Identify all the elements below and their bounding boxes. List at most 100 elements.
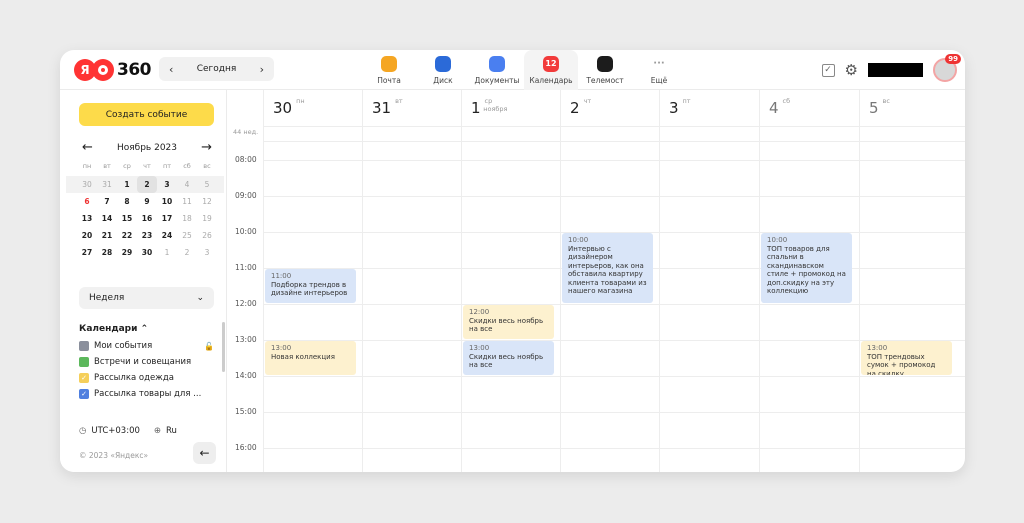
day-number: 5 xyxy=(869,99,879,117)
day-weekday: вс xyxy=(882,97,890,105)
mini-calendar-day[interactable]: 23 xyxy=(137,227,157,244)
hour-label: 13:00 xyxy=(235,335,257,344)
day-header[interactable]: 3 пт xyxy=(659,90,691,126)
create-event-button[interactable]: Создать событие xyxy=(79,103,214,126)
mail-icon xyxy=(381,55,397,72)
calendar-event[interactable]: 10:00 ТОП товаров для спальни в скандинав… xyxy=(761,233,852,303)
day-weekday: сб xyxy=(782,97,791,105)
language-selector[interactable]: ⊕ Ru xyxy=(154,426,177,436)
app-mail[interactable]: Почта xyxy=(362,50,416,90)
event-title: Подборка трендов в дизайне интерьеров xyxy=(271,280,348,298)
mini-calendar-day[interactable]: 26 xyxy=(197,227,217,244)
mini-calendar-day[interactable]: 28 xyxy=(97,244,117,261)
mini-calendar-month: Ноябрь 2023 xyxy=(116,142,178,153)
mini-calendar-day[interactable]: 16 xyxy=(137,210,157,227)
sidebar-scrollbar[interactable] xyxy=(222,322,225,372)
event-title: Скидки весь ноябрь на все xyxy=(469,352,544,370)
mini-calendar-day[interactable]: 6 xyxy=(77,193,97,210)
day-column-divider xyxy=(659,90,660,472)
mini-calendar-day[interactable]: 30 xyxy=(77,176,97,193)
calendar-item[interactable]: ✓ Рассылка товары для ... xyxy=(79,387,214,401)
day-header[interactable]: 30 пн xyxy=(263,90,305,126)
mini-calendar-week: 20 21 22 23 24 25 26 xyxy=(66,227,224,244)
mini-calendar-day[interactable]: 13 xyxy=(77,210,97,227)
mini-calendar-day[interactable]: 12 xyxy=(197,193,217,210)
calendar-event[interactable]: 13:00 Скидки весь ноябрь на все xyxy=(463,341,554,375)
collapse-sidebar-button[interactable]: ← xyxy=(193,442,216,464)
mini-calendar-week-cells: 6 7 8 9 10 11 12 xyxy=(77,193,217,210)
calendars-heading[interactable]: Календари ⌃ xyxy=(79,324,148,334)
mini-calendar-day[interactable]: 17 xyxy=(157,210,177,227)
mini-calendar-day[interactable]: 18 xyxy=(177,210,197,227)
hour-label: 15:00 xyxy=(235,407,257,416)
mini-calendar-day[interactable]: 2 xyxy=(177,244,197,261)
day-header[interactable]: 5 вс xyxy=(859,90,890,126)
avatar[interactable]: 99 xyxy=(933,54,961,82)
calendar-event[interactable]: 10:00 Интервью с дизайнером интерьеров, к… xyxy=(562,233,653,303)
mini-calendar-day[interactable]: 14 xyxy=(97,210,117,227)
mini-calendar-week: 27 28 29 30 1 2 3 xyxy=(66,244,224,261)
mini-calendar-day[interactable]: 21 xyxy=(97,227,117,244)
gear-icon[interactable]: ⚙ xyxy=(845,61,858,79)
mini-calendar-day[interactable]: 30 xyxy=(137,244,157,261)
day-header[interactable]: 1 ср ноября xyxy=(461,90,507,126)
mini-calendar-day[interactable]: 31 xyxy=(97,176,117,193)
mini-calendar-day[interactable]: 10 xyxy=(157,193,177,210)
day-number: 1 xyxy=(471,99,481,117)
globe-icon: ⊕ xyxy=(153,426,162,436)
today-button[interactable]: Сегодня xyxy=(197,64,237,74)
chevron-left-icon[interactable]: ‹ xyxy=(169,63,173,76)
calendar-item[interactable]: Встречи и совещания xyxy=(79,355,214,369)
mini-calendar-day[interactable]: 24 xyxy=(157,227,177,244)
mini-calendar-day[interactable]: 15 xyxy=(117,210,137,227)
calendar-item-label: Встречи и совещания xyxy=(94,357,192,367)
mini-calendar-day[interactable]: 1 xyxy=(157,244,177,261)
mini-calendar-day[interactable]: 20 xyxy=(77,227,97,244)
mini-calendar-day[interactable]: 5 xyxy=(197,176,217,193)
mini-calendar-day[interactable]: 7 xyxy=(97,193,117,210)
mini-calendar-day[interactable]: 9 xyxy=(137,193,157,210)
app-telemost[interactable]: Телемост xyxy=(578,50,632,90)
mini-calendar-week: 13 14 15 16 17 18 19 xyxy=(66,210,224,227)
mini-calendar-day[interactable]: 29 xyxy=(117,244,137,261)
calendar-event[interactable]: 12:00 Скидки весь ноябрь на все xyxy=(463,305,554,339)
mini-calendar-day[interactable]: 3 xyxy=(197,244,217,261)
calendar-color-swatch[interactable] xyxy=(79,357,89,367)
mini-calendar-day[interactable]: 25 xyxy=(177,227,197,244)
arrow-right-icon[interactable]: → xyxy=(201,140,212,155)
app-label: Документы xyxy=(474,75,520,85)
calendar-item[interactable]: Мои события 🔓 xyxy=(79,339,214,353)
day-header[interactable]: 4 сб xyxy=(759,90,790,126)
mini-calendar-day[interactable]: 22 xyxy=(117,227,137,244)
tasks-icon[interactable]: ✓ xyxy=(821,63,835,77)
arrow-left-icon[interactable]: ← xyxy=(82,140,93,155)
app-documents[interactable]: Документы xyxy=(470,50,524,90)
mini-calendar-day[interactable]: 1 xyxy=(117,176,137,193)
timezone-selector[interactable]: ◷ UTC+03:00 xyxy=(79,426,140,436)
app-disk[interactable]: Диск xyxy=(416,50,470,90)
calendar-event[interactable]: 13:00 ТОП трендовых сумок + промокод на с… xyxy=(861,341,952,375)
app-more[interactable]: ··· Ещё xyxy=(632,50,686,90)
mini-calendar-day[interactable]: 8 xyxy=(117,193,137,210)
header-divider xyxy=(263,141,965,142)
day-header[interactable]: 31 вт xyxy=(362,90,403,126)
mini-calendar-day[interactable]: 27 xyxy=(77,244,97,261)
mini-calendar-day[interactable]: 3 xyxy=(157,176,177,193)
calendar-item-label: Рассылка товары для ... xyxy=(94,389,202,399)
checkbox-checked-icon[interactable]: ✓ xyxy=(79,389,89,399)
yandex-360-logo[interactable]: Я 360 xyxy=(74,59,152,81)
view-selector[interactable]: Неделя ⌄ xyxy=(79,287,214,309)
mini-calendar-day[interactable]: 2 xyxy=(137,176,157,193)
chevron-right-icon[interactable]: › xyxy=(260,63,264,76)
mini-calendar-day[interactable]: 4 xyxy=(177,176,197,193)
clock-icon: ◷ xyxy=(79,426,87,436)
app-calendar[interactable]: 12 Календарь xyxy=(524,50,578,90)
day-header[interactable]: 2 чт xyxy=(560,90,591,126)
calendar-item[interactable]: ✓ Рассылка одежда xyxy=(79,371,214,385)
mini-calendar-day[interactable]: 19 xyxy=(197,210,217,227)
calendar-color-swatch[interactable] xyxy=(79,341,89,351)
mini-calendar-day[interactable]: 11 xyxy=(177,193,197,210)
calendar-event[interactable]: 11:00 Подборка трендов в дизайне интерьер… xyxy=(265,269,356,303)
checkbox-checked-icon[interactable]: ✓ xyxy=(79,373,89,383)
calendar-event[interactable]: 13:00 Новая коллекция xyxy=(265,341,356,375)
